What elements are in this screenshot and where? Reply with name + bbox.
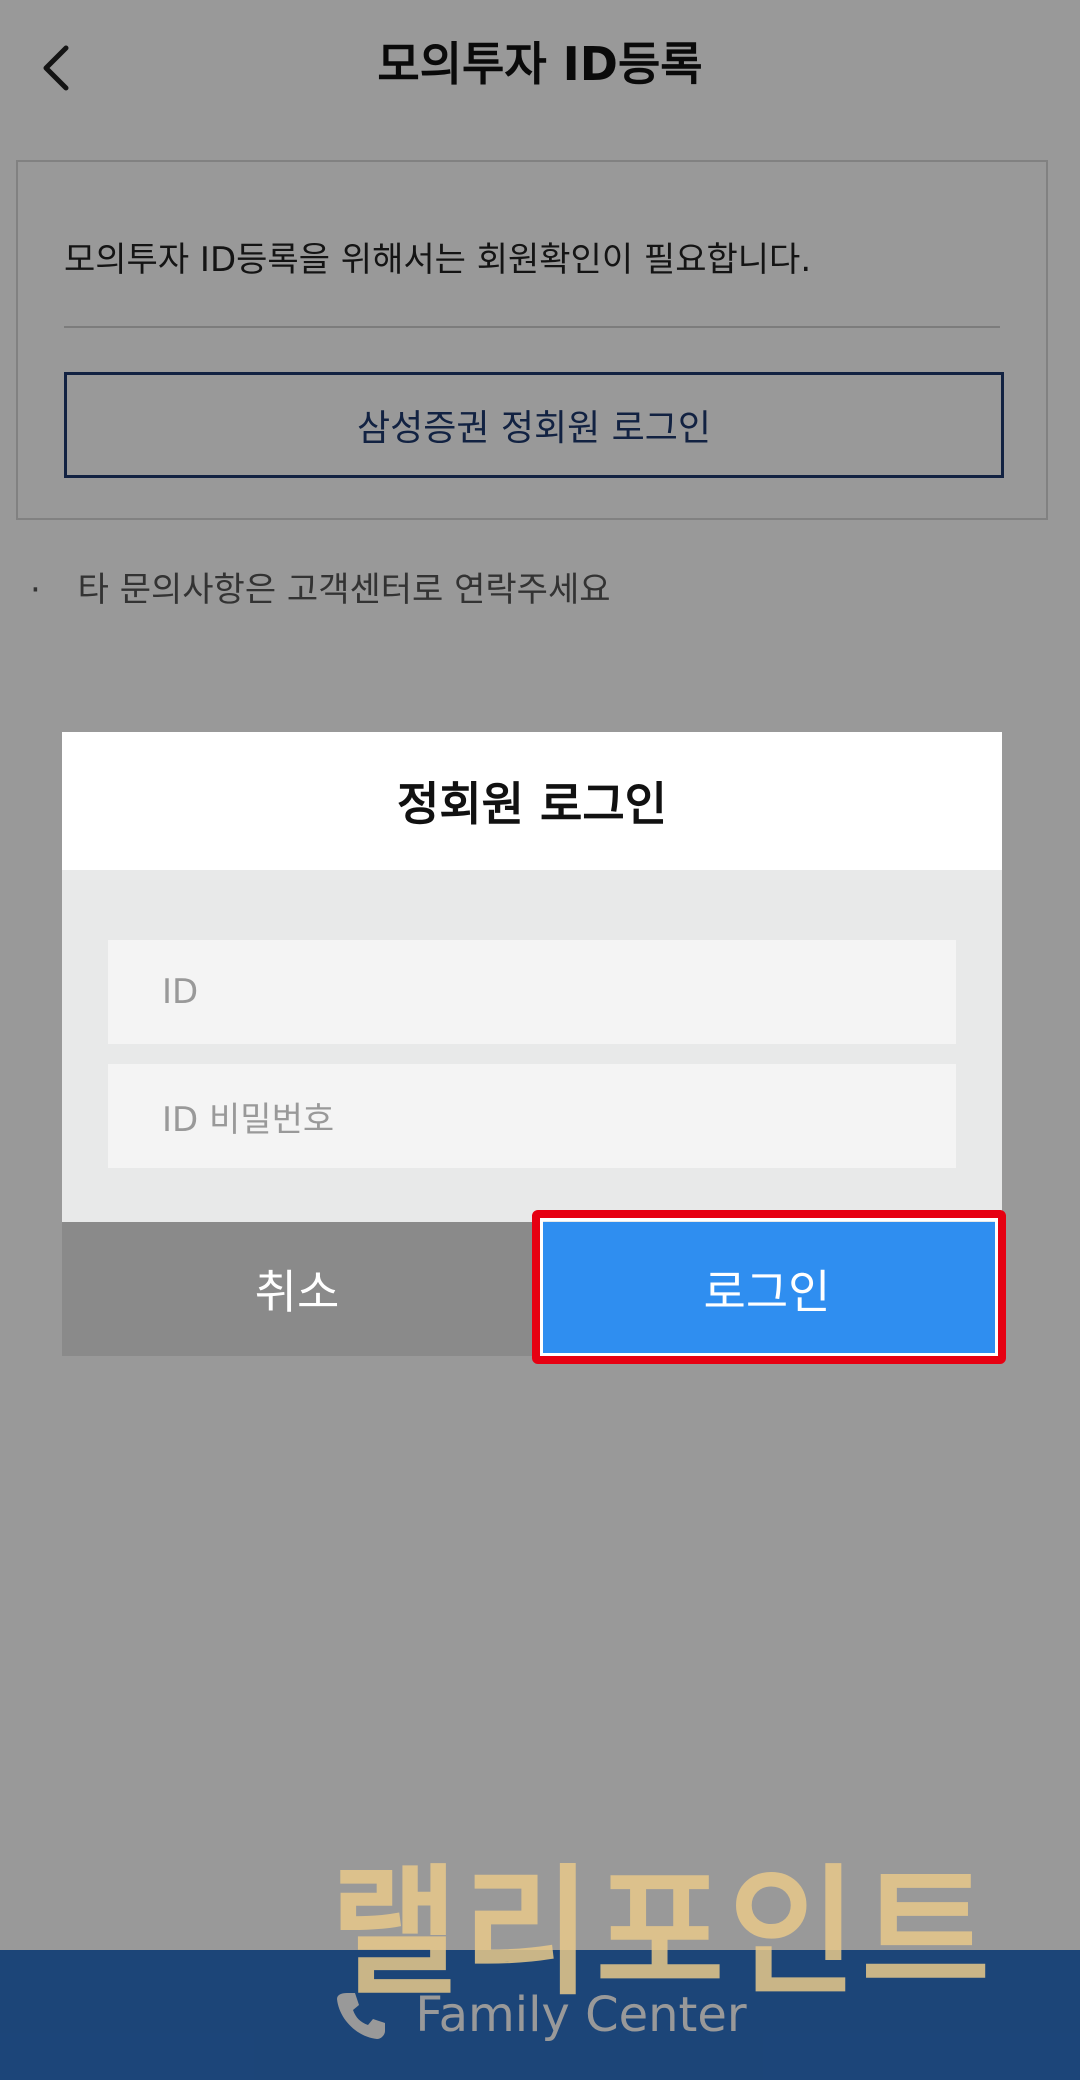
cancel-button[interactable]: 취소	[62, 1222, 532, 1356]
id-input[interactable]: ID	[108, 940, 956, 1044]
watermark-logo: 랠리포인트	[330, 1820, 1050, 2015]
dialog-header: 정회원 로그인	[62, 732, 1002, 870]
password-input[interactable]: ID 비밀번호	[108, 1064, 956, 1168]
app-screen: 모의투자 ID등록 모의투자 ID등록을 위해서는 회원확인이 필요합니다. 삼…	[0, 0, 1080, 2080]
dialog-body: ID ID 비밀번호	[62, 870, 1002, 1222]
highlight-box	[532, 1210, 1006, 1364]
watermark-text: 랠리포인트	[330, 1852, 995, 2015]
dialog-title: 정회원 로그인	[397, 777, 667, 831]
